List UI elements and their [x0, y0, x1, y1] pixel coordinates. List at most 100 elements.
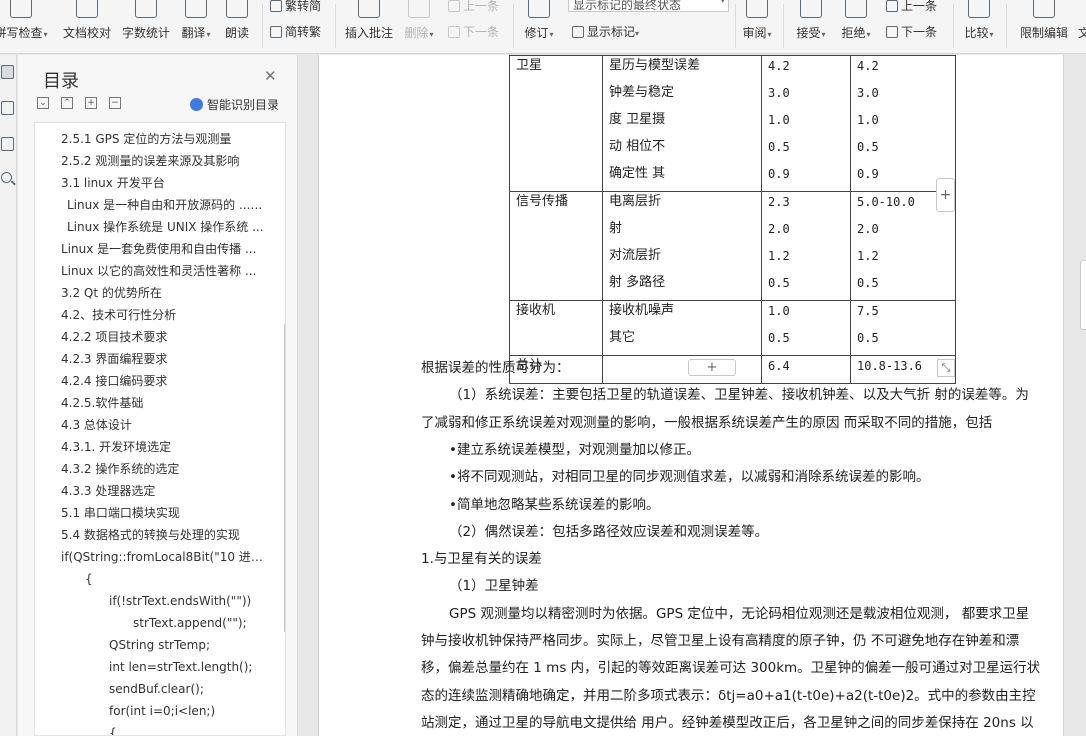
toc-scrollbar[interactable] — [284, 323, 285, 633]
compare-icon — [968, 0, 990, 18]
document-paragraph[interactable]: •简单地忽略某些系统误差的影响。 — [421, 492, 1053, 519]
trad-simp-icon — [270, 0, 282, 12]
track-changes-button[interactable]: 修订▾ — [518, 0, 560, 53]
expand-all-icon[interactable]: ⌃ — [61, 97, 73, 109]
document-paragraph[interactable]: 态的连续监测精确地确定，并用二阶多项式表示：δtj=a0+a1(t-t0e)+a… — [421, 683, 1053, 710]
document-paragraph[interactable]: •建立系统误差模型，对观测量加以修正。 — [421, 437, 1053, 464]
error-value: 2.0 — [857, 222, 879, 236]
document-page[interactable]: 卫星 星历与模型误差 钟差与稳定度 卫星摄动 相位不 确定性 其 4.2 3.0 1.0 0.… — [318, 55, 1064, 736]
error-value-cell[interactable]: 4.2 3.0 1.0 0.5 0.9 — [761, 55, 851, 192]
pages-panel-icon[interactable] — [1, 101, 14, 115]
markup-view-select[interactable]: 显示标记的最终状态 ▾ — [568, 0, 729, 12]
document-paragraph[interactable]: 1.与卫星有关的误差 — [421, 546, 1053, 573]
toc-item[interactable]: 4.3.1. 开发环境选定 — [35, 437, 265, 457]
toc-item[interactable]: 5.1 串口端口模块实现 — [35, 503, 265, 523]
remove-heading-icon[interactable]: − — [109, 97, 121, 109]
error-source-cell[interactable]: 卫星 — [509, 55, 603, 192]
toc-item[interactable]: if(!strText.endsWith("")) — [35, 591, 265, 611]
doc-proofread-button[interactable]: 文档校对 — [58, 0, 116, 53]
toc-item[interactable]: sendBuf.clear(); — [35, 679, 265, 699]
bookmark-icon[interactable] — [1, 137, 14, 151]
document-paragraph[interactable]: 移，偏差总量约在 1 ms 内，引起的等效距离误差可达 300km。卫星钟的偏差… — [421, 655, 1053, 682]
toc-item[interactable]: for(int i=0;i<len;) — [35, 701, 265, 721]
next-comment-button[interactable]: 下一条 — [448, 23, 499, 40]
right-panel-handle[interactable] — [1080, 260, 1086, 330]
error-value: 3.0 — [857, 86, 879, 100]
toc-item[interactable]: Linux 操作系统是 UNIX 操作系统 ... — [35, 217, 265, 237]
add-heading-icon[interactable]: + — [85, 97, 97, 109]
toc-item[interactable]: 4.3.3 处理器选定 — [35, 481, 265, 501]
toc-item[interactable]: 4.3.2 操作系统的选定 — [35, 459, 265, 479]
document-paragraph[interactable]: （2）偶然误差：包括多路径效应误差和观测误差等。 — [421, 519, 1053, 546]
error-item-cell[interactable]: 星历与模型误差 钟差与稳定度 卫星摄动 相位不 确定性 其 — [602, 55, 762, 192]
toc-item[interactable]: QString strTemp; — [35, 635, 265, 655]
document-paragraph[interactable]: （1）卫星钟差 — [421, 573, 1053, 600]
document-paragraph[interactable]: 根据误差的性质可分为： — [421, 355, 1053, 382]
next-change-button[interactable]: 下一条 — [886, 23, 937, 40]
toc-item[interactable]: { — [35, 723, 265, 735]
document-paragraph[interactable]: （1）系统误差：主要包括卫星的轨道误差、卫星钟差、接收机钟差、以及大气折 射的误… — [421, 382, 1053, 409]
spell-check-button[interactable]: 拼写检查▾ — [0, 0, 50, 53]
read-aloud-button[interactable]: 朗读 — [218, 0, 256, 53]
review-icon — [746, 0, 768, 18]
insert-comment-button[interactable]: 插入批注 — [340, 0, 398, 53]
compare-button[interactable]: 比较▾ — [958, 0, 1000, 53]
error-value-cell[interactable]: 7.5 0.5 — [850, 300, 956, 356]
error-value: 1.0 — [768, 304, 790, 318]
simp-to-trad-button[interactable]: 简转繁 — [270, 23, 321, 40]
error-item-cell[interactable]: 电离层折射对流层折射 多路径 — [602, 191, 762, 301]
show-markup-button[interactable]: 显示标记▾ — [572, 23, 639, 40]
error-value-cell[interactable]: 2.3 2.0 1.2 0.5 — [761, 191, 851, 301]
toc-item[interactable]: 2.5.1 GPS 定位的方法与观测量 — [35, 129, 265, 149]
close-icon[interactable]: ✕ — [264, 67, 277, 85]
error-value-cell[interactable]: 1.0 0.5 — [761, 300, 851, 356]
error-item-cell[interactable]: 接收机噪声 其它 — [602, 300, 762, 356]
toc-item[interactable]: strText.append(""); — [35, 613, 265, 633]
toc-item[interactable]: 3.2 Qt 的优势所在 — [35, 283, 265, 303]
toc-item[interactable]: 2.5.2 观测量的误差来源及其影响 — [35, 151, 265, 171]
search-icon[interactable] — [1, 172, 12, 183]
error-value-cell[interactable]: 4.2 3.0 1.0 0.5 0.9 — [850, 55, 956, 192]
review-button[interactable]: 审阅▾ — [737, 0, 777, 53]
toc-item[interactable]: 4.3 总体设计 — [35, 415, 265, 435]
ribbon-overflow-button[interactable]: 文 — [1074, 0, 1086, 53]
toc-item[interactable]: Linux 是一套免费使用和自由传播 ... — [35, 239, 265, 259]
toc-item[interactable]: int len=strText.length(); — [35, 657, 265, 677]
translate-button[interactable]: 翻译▾ — [175, 0, 217, 53]
document-paragraph[interactable]: 站测定，通过卫星的导航电文提供给 用户。经钟差模型改正后，各卫星钟之间的同步差保… — [421, 710, 1053, 736]
document-paragraph[interactable]: GPS 观测量均以精密测时为依据。GPS 定位中，无论码相位观测还是载波相位观测… — [421, 601, 1053, 628]
toc-item[interactable]: 4.2.5.软件基础 — [35, 393, 265, 413]
prev-change-button[interactable]: 上一条 — [886, 0, 937, 14]
toc-item[interactable]: 4.2.2 项目技术要求 — [35, 327, 265, 347]
error-value: 0.5 — [768, 276, 790, 290]
toc-item[interactable]: 4.2、技术可行性分析 — [35, 305, 265, 325]
toc-item[interactable]: if(QString::fromLocal8Bit("10 进 ... — [35, 547, 265, 567]
toc-item[interactable]: Linux 以它的高效性和灵活性著称 ... — [35, 261, 265, 281]
error-source-cell[interactable]: 信号传播 — [509, 191, 603, 301]
word-count-icon — [135, 0, 157, 18]
delete-comment-button[interactable]: 删除▾ — [400, 0, 438, 53]
toc-panel-icon[interactable] — [1, 65, 14, 79]
toc-item[interactable]: 5.4 数据格式的转换与处理的实现 — [35, 525, 265, 545]
toc-item[interactable]: 3.1 linux 开发平台 — [35, 173, 265, 193]
trad-to-simp-button[interactable]: 繁转简 — [270, 0, 321, 14]
toc-item[interactable]: 4.2.4 接口编码要求 — [35, 371, 265, 391]
document-paragraph[interactable]: •将不同观测站，对相同卫星的同步观测值求差，以减弱和消除系统误差的影响。 — [421, 464, 1053, 491]
word-count-button[interactable]: 字数统计 — [117, 0, 175, 53]
error-source: 接收机 — [516, 303, 556, 318]
smart-toc-button[interactable]: 智能识别目录 — [190, 96, 279, 113]
toc-item[interactable]: Linux 是一种自由和开放源码的 ... ... — [35, 195, 265, 215]
accept-button[interactable]: 接受▾ — [790, 0, 832, 53]
document-paragraph[interactable]: 钟与接收机钟保持严格同步。实际上，尽管卫星上设有高精度的原子钟，仍 不可避免地存… — [421, 628, 1053, 655]
add-column-button[interactable]: + — [936, 178, 955, 212]
collapse-all-icon[interactable]: ⌄ — [37, 97, 49, 109]
error-value: 0.5 — [857, 140, 879, 154]
document-paragraph[interactable]: 了减弱和修正系统误差对观测量的影响，一般根据系统误差产生的原因 而采取不同的措施… — [421, 410, 1053, 437]
reject-button[interactable]: 拒绝▾ — [835, 0, 877, 53]
read-aloud-icon — [226, 0, 248, 18]
toc-item[interactable]: { — [35, 569, 265, 589]
prev-comment-button[interactable]: 上一条 — [448, 0, 499, 14]
toc-item[interactable]: 4.2.3 界面编程要求 — [35, 349, 265, 369]
error-source-cell[interactable]: 接收机 — [509, 300, 603, 356]
restrict-editing-button[interactable]: 限制编辑 — [1014, 0, 1074, 53]
